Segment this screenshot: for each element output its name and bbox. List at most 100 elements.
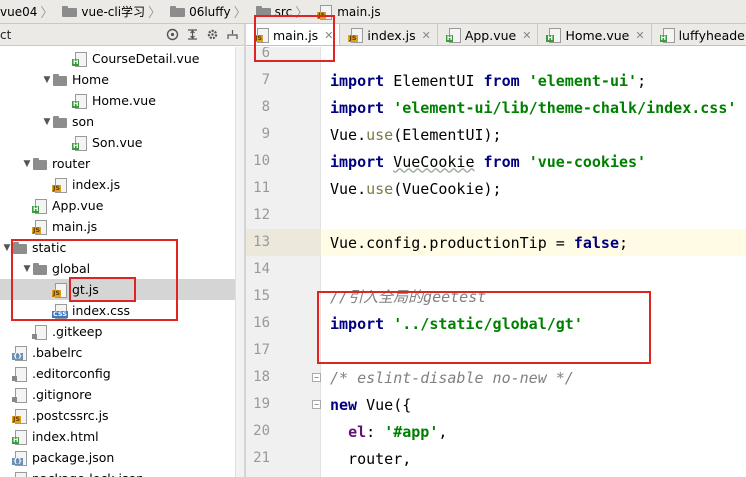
- code-line: new Vue({: [330, 391, 411, 418]
- tree-item-label: .postcssrc.js: [32, 408, 109, 423]
- html-file-icon: H: [12, 429, 28, 445]
- breadcrumb-separator: 〉: [148, 6, 162, 21]
- fold-marker-icon[interactable]: −: [312, 400, 321, 409]
- tree-item-label: package.json: [32, 450, 115, 465]
- tree-file[interactable]: H Home.vue: [0, 90, 245, 111]
- folder-icon: [32, 262, 48, 276]
- tree-file[interactable]: {} .babelrc: [0, 342, 245, 363]
- code-line: import 'element-ui/lib/theme-chalk/index…: [330, 94, 736, 121]
- tree-folder-global[interactable]: ▼ global: [0, 258, 245, 279]
- tree-file[interactable]: .gitignore: [0, 384, 245, 405]
- breadcrumb-item[interactable]: 06luffy 〉: [164, 0, 250, 23]
- locate-icon[interactable]: [164, 26, 181, 43]
- tree-item-label: App.vue: [52, 198, 104, 213]
- line-number: 8: [261, 99, 270, 115]
- project-tree: H CourseDetail.vue ▼ Home H Home.vue ▼ son H Son.…: [0, 47, 245, 477]
- tab-main-js[interactable]: JS main.js ✕: [246, 24, 341, 45]
- css-file-icon: CSS: [52, 303, 68, 319]
- close-tab-icon[interactable]: ✕: [324, 29, 333, 42]
- code-token: /* eslint-disable no-new */: [330, 368, 574, 387]
- collapse-all-icon[interactable]: [184, 26, 201, 43]
- tree-file[interactable]: {} package.json: [0, 447, 245, 468]
- js-file-icon: JS: [348, 28, 364, 43]
- tree-item-label: Home.vue: [92, 93, 156, 108]
- code-token: 'element-ui': [528, 71, 638, 90]
- folder-icon: [170, 6, 186, 17]
- js-file-icon: JS: [317, 4, 333, 20]
- code-line: //引入全局的geetest: [330, 283, 486, 310]
- tree-file[interactable]: CSS index.css: [0, 300, 245, 321]
- tree-scrollbar[interactable]: [235, 47, 244, 477]
- tab-app-vue[interactable]: H App.vue ✕: [438, 24, 539, 45]
- tree-file[interactable]: H CourseDetail.vue: [0, 48, 245, 69]
- code-token: ;: [619, 233, 629, 252]
- tree-file[interactable]: .gitkeep: [0, 321, 245, 342]
- code-line: import ElementUI from 'element-ui';: [330, 67, 646, 94]
- line-number: 16: [253, 315, 270, 331]
- code-token: ;: [637, 71, 647, 90]
- expand-arrow-icon[interactable]: ▼: [22, 264, 32, 274]
- settings-gear-icon[interactable]: [204, 26, 221, 43]
- breadcrumb-separator: 〉: [233, 6, 247, 21]
- fold-marker-icon[interactable]: −: [312, 373, 321, 382]
- breadcrumb-label: main.js: [337, 4, 381, 19]
- tree-folder-son[interactable]: ▼ son: [0, 111, 245, 132]
- tree-file[interactable]: {} package-lock.json: [0, 468, 245, 477]
- breadcrumb-item[interactable]: JS main.js: [311, 0, 383, 23]
- breadcrumb-item[interactable]: vue04 〉: [0, 0, 56, 23]
- tree-file[interactable]: JS .postcssrc.js: [0, 405, 245, 426]
- code-editor[interactable]: 6 7 8 9 10 11 12 13 14 15 16 17 18 19 20 21 − − import El…: [246, 47, 746, 477]
- folder-icon: [255, 6, 271, 17]
- tab-label: main.js: [273, 27, 319, 43]
- line-number: 9: [261, 126, 270, 142]
- breadcrumb-item[interactable]: vue-cli学习〉: [56, 0, 164, 23]
- tree-file[interactable]: .editorconfig: [0, 363, 245, 384]
- close-tab-icon[interactable]: ✕: [422, 29, 431, 42]
- close-tab-icon[interactable]: ✕: [635, 29, 644, 42]
- close-tab-icon[interactable]: ✕: [522, 29, 531, 42]
- code-line: /* eslint-disable no-new */: [330, 364, 574, 391]
- expand-arrow-icon[interactable]: ▼: [2, 243, 12, 253]
- gen-file-icon: [32, 324, 48, 340]
- code-line: router,: [330, 445, 411, 472]
- tree-file[interactable]: JS gt.js: [0, 279, 245, 300]
- tree-folder-router[interactable]: ▼ router: [0, 153, 245, 174]
- tree-item-label: .babelrc: [32, 345, 83, 360]
- tab-home-vue[interactable]: H Home.vue ✕: [538, 24, 652, 45]
- tree-item-label: .editorconfig: [32, 366, 111, 381]
- line-number: 14: [253, 261, 270, 277]
- code-token: false: [573, 233, 619, 252]
- tree-file[interactable]: JS main.js: [0, 216, 245, 237]
- tree-file[interactable]: Hindex.html: [0, 426, 245, 447]
- code-token: import: [330, 71, 385, 90]
- line-number: 18: [253, 369, 270, 385]
- code-token: '#app': [384, 422, 439, 441]
- tree-item-label: .gitkeep: [52, 324, 103, 339]
- breadcrumb-separator: 〉: [295, 6, 309, 21]
- tree-file[interactable]: H App.vue: [0, 195, 245, 216]
- hide-panel-icon[interactable]: [224, 26, 241, 43]
- line-number: 10: [253, 153, 270, 169]
- expand-arrow-icon[interactable]: ▼: [22, 159, 32, 169]
- code-token: use: [366, 125, 394, 144]
- vue-file-icon: H: [32, 198, 48, 214]
- expand-arrow-icon[interactable]: ▼: [42, 117, 52, 127]
- tab-index-js[interactable]: JS index.js ✕: [340, 24, 438, 45]
- json-file-icon: {}: [12, 450, 28, 466]
- tab-luffyheader-vue[interactable]: Hluffyheader.vue✕: [652, 24, 746, 45]
- tree-folder-home[interactable]: ▼ Home: [0, 69, 245, 90]
- vue-file-icon: H: [72, 51, 88, 67]
- line-number: 6: [261, 47, 270, 61]
- tree-file[interactable]: H Son.vue: [0, 132, 245, 153]
- expand-arrow-icon[interactable]: ▼: [42, 75, 52, 85]
- tree-folder-static[interactable]: ▼ static: [0, 237, 245, 258]
- project-toolbar: ct: [0, 24, 245, 46]
- breadcrumb-item[interactable]: src 〉: [250, 0, 312, 23]
- line-number: 15: [253, 288, 270, 304]
- code-token: '../static/global/gt': [393, 314, 583, 333]
- js-file-icon: JS: [32, 219, 48, 235]
- tree-file[interactable]: JS index.js: [0, 174, 245, 195]
